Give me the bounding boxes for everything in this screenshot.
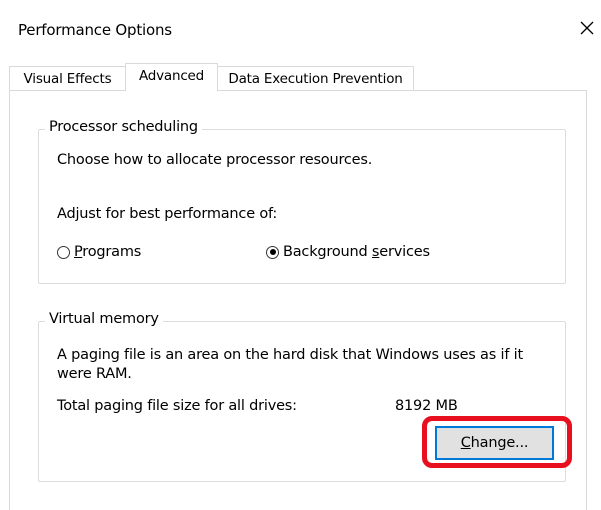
processor-scheduling-description: Choose how to allocate processor resourc… <box>57 152 373 168</box>
radio-unchecked-icon <box>57 245 70 259</box>
change-button-highlight <box>422 416 572 468</box>
tab-label: Visual Effects <box>23 71 112 87</box>
close-icon <box>580 21 594 35</box>
programs-radio[interactable]: Programs <box>57 244 141 260</box>
radio-label: Programs <box>74 244 142 260</box>
background-services-radio[interactable]: Background services <box>266 244 430 260</box>
total-paging-label: Total paging file size for all drives: <box>57 398 297 414</box>
tab-label: Data Execution Prevention <box>228 71 403 87</box>
virtual-memory-description: A paging file is an area on the hard dis… <box>57 347 523 382</box>
tab-advanced[interactable]: Advanced <box>125 63 218 91</box>
tab-visual-effects[interactable]: Visual Effects <box>9 66 126 91</box>
window-title: Performance Options <box>18 21 172 39</box>
radio-label: Background services <box>283 244 430 260</box>
tab-label: Advanced <box>138 68 205 84</box>
adjust-label: Adjust for best performance of: <box>57 206 278 222</box>
tab-data-execution-prevention[interactable]: Data Execution Prevention <box>217 66 414 91</box>
total-paging-value: 8192 MB <box>395 398 458 414</box>
radio-checked-icon <box>266 245 279 259</box>
close-button[interactable] <box>574 13 600 43</box>
group-legend: Virtual memory <box>45 311 163 327</box>
group-legend: Processor scheduling <box>45 119 202 135</box>
